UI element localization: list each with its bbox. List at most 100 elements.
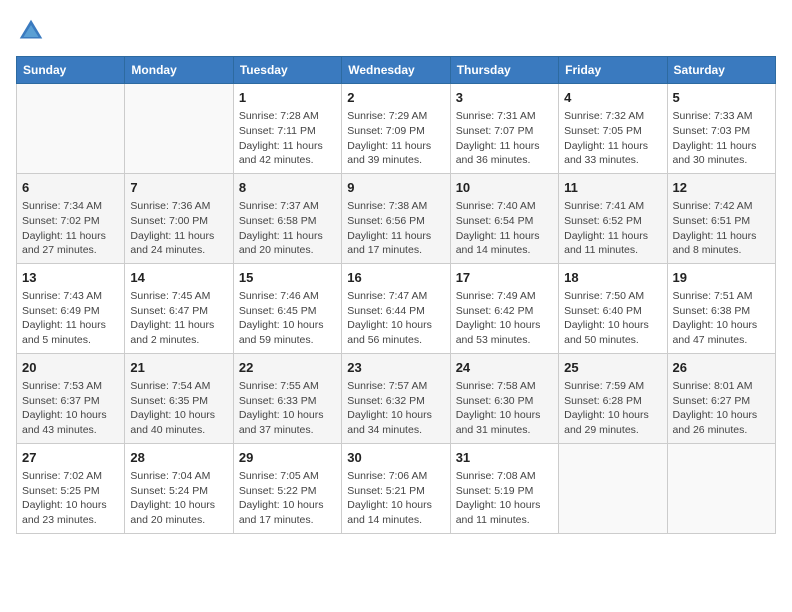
day-info: Daylight: 11 hours and 24 minutes. [130,229,227,258]
day-number: 15 [239,269,336,287]
day-number: 17 [456,269,553,287]
calendar-cell: 7 Sunrise: 7:36 AMSunset: 7:00 PMDaylight… [125,173,233,263]
day-info: Sunset: 5:25 PM [22,484,119,499]
day-info: Sunrise: 7:53 AM [22,379,119,394]
day-info: Daylight: 10 hours and 43 minutes. [22,408,119,437]
day-number: 5 [673,89,770,107]
day-info: Sunset: 7:09 PM [347,124,444,139]
day-number: 22 [239,359,336,377]
day-info: Sunset: 6:33 PM [239,394,336,409]
day-info: Sunset: 6:51 PM [673,214,770,229]
calendar-cell: 17Sunrise: 7:49 AMSunset: 6:42 PMDayligh… [450,263,558,353]
day-info: Daylight: 11 hours and 20 minutes. [239,229,336,258]
day-info: Sunrise: 7:51 AM [673,289,770,304]
calendar-cell: 31Sunrise: 7:08 AMSunset: 5:19 PMDayligh… [450,443,558,533]
day-info: Daylight: 10 hours and 34 minutes. [347,408,444,437]
day-number: 9 [347,179,444,197]
calendar-week-row: 6Sunrise: 7:34 AMSunset: 7:02 PMDaylight… [17,173,776,263]
day-number: 23 [347,359,444,377]
day-info: Daylight: 10 hours and 56 minutes. [347,318,444,347]
day-info: Daylight: 11 hours and 14 minutes. [456,229,553,258]
day-info: Sunrise: 7:59 AM [564,379,661,394]
day-info: Sunrise: 7:46 AM [239,289,336,304]
calendar-cell: 22Sunrise: 7:55 AMSunset: 6:33 PMDayligh… [233,353,341,443]
day-info: Daylight: 11 hours and 33 minutes. [564,139,661,168]
calendar-cell: 20Sunrise: 7:53 AMSunset: 6:37 PMDayligh… [17,353,125,443]
day-number: 28 [130,449,227,467]
page-header [16,16,776,46]
day-info: Sunrise: 7:05 AM [239,469,336,484]
day-info: Sunset: 5:19 PM [456,484,553,499]
day-info: Sunrise: 7:45 AM [130,289,227,304]
day-info: Sunrise: 7:29 AM [347,109,444,124]
day-info: Sunset: 6:35 PM [130,394,227,409]
day-number: 13 [22,269,119,287]
weekday-header: Tuesday [233,57,341,84]
day-number: 29 [239,449,336,467]
day-info: Sunset: 6:30 PM [456,394,553,409]
calendar-cell: 23Sunrise: 7:57 AMSunset: 6:32 PMDayligh… [342,353,450,443]
calendar-cell: 12Sunrise: 7:42 AMSunset: 6:51 PMDayligh… [667,173,775,263]
day-number: 21 [130,359,227,377]
calendar-cell: 25Sunrise: 7:59 AMSunset: 6:28 PMDayligh… [559,353,667,443]
day-info: Sunrise: 8:01 AM [673,379,770,394]
day-info: Daylight: 11 hours and 5 minutes. [22,318,119,347]
day-info: Sunset: 7:11 PM [239,124,336,139]
day-info: Sunrise: 7:28 AM [239,109,336,124]
day-info: Sunrise: 7:58 AM [456,379,553,394]
calendar-cell: 30Sunrise: 7:06 AMSunset: 5:21 PMDayligh… [342,443,450,533]
calendar-cell: 3Sunrise: 7:31 AMSunset: 7:07 PMDaylight… [450,84,558,174]
day-info: Sunrise: 7:06 AM [347,469,444,484]
day-number: 11 [564,179,661,197]
day-info: Sunrise: 7:33 AM [673,109,770,124]
calendar-week-row: 1Sunrise: 7:28 AMSunset: 7:11 PMDaylight… [17,84,776,174]
day-number: 26 [673,359,770,377]
day-number: 7 [130,179,227,197]
day-info: Daylight: 10 hours and 53 minutes. [456,318,553,347]
day-info: Sunset: 6:40 PM [564,304,661,319]
weekday-header: Sunday [17,57,125,84]
calendar-cell: 8Sunrise: 7:37 AMSunset: 6:58 PMDaylight… [233,173,341,263]
day-info: Sunrise: 7:37 AM [239,199,336,214]
calendar-cell: 5Sunrise: 7:33 AMSunset: 7:03 PMDaylight… [667,84,775,174]
day-info: Sunset: 6:28 PM [564,394,661,409]
day-number: 24 [456,359,553,377]
calendar-cell: 1Sunrise: 7:28 AMSunset: 7:11 PMDaylight… [233,84,341,174]
day-info: Sunset: 6:58 PM [239,214,336,229]
day-number: 4 [564,89,661,107]
day-info: Sunrise: 7:32 AM [564,109,661,124]
day-number: 3 [456,89,553,107]
day-info: Sunrise: 7:36 AM [130,199,227,214]
day-info: Sunrise: 7:34 AM [22,199,119,214]
day-info: Sunset: 5:21 PM [347,484,444,499]
day-info: Daylight: 10 hours and 50 minutes. [564,318,661,347]
calendar-cell: 21Sunrise: 7:54 AMSunset: 6:35 PMDayligh… [125,353,233,443]
day-info: Daylight: 10 hours and 23 minutes. [22,498,119,527]
day-info: Sunset: 6:32 PM [347,394,444,409]
weekday-header: Wednesday [342,57,450,84]
day-info: Daylight: 10 hours and 14 minutes. [347,498,444,527]
day-info: Sunrise: 7:02 AM [22,469,119,484]
day-info: Daylight: 10 hours and 37 minutes. [239,408,336,437]
calendar-cell [667,443,775,533]
day-info: Sunset: 6:52 PM [564,214,661,229]
day-info: Sunset: 7:00 PM [130,214,227,229]
day-info: Sunrise: 7:08 AM [456,469,553,484]
calendar-cell: 13Sunrise: 7:43 AMSunset: 6:49 PMDayligh… [17,263,125,353]
day-info: Sunrise: 7:38 AM [347,199,444,214]
calendar-week-row: 27Sunrise: 7:02 AMSunset: 5:25 PMDayligh… [17,443,776,533]
day-info: Sunset: 6:42 PM [456,304,553,319]
calendar-cell: 2Sunrise: 7:29 AMSunset: 7:09 PMDaylight… [342,84,450,174]
calendar-cell: 29Sunrise: 7:05 AMSunset: 5:22 PMDayligh… [233,443,341,533]
day-info: Daylight: 11 hours and 11 minutes. [564,229,661,258]
day-number: 18 [564,269,661,287]
day-number: 20 [22,359,119,377]
logo-icon [16,16,46,46]
day-info: Daylight: 10 hours and 47 minutes. [673,318,770,347]
day-info: Sunrise: 7:31 AM [456,109,553,124]
calendar-cell: 11Sunrise: 7:41 AMSunset: 6:52 PMDayligh… [559,173,667,263]
day-info: Sunrise: 7:04 AM [130,469,227,484]
day-info: Sunrise: 7:40 AM [456,199,553,214]
calendar-cell: 10Sunrise: 7:40 AMSunset: 6:54 PMDayligh… [450,173,558,263]
day-number: 25 [564,359,661,377]
